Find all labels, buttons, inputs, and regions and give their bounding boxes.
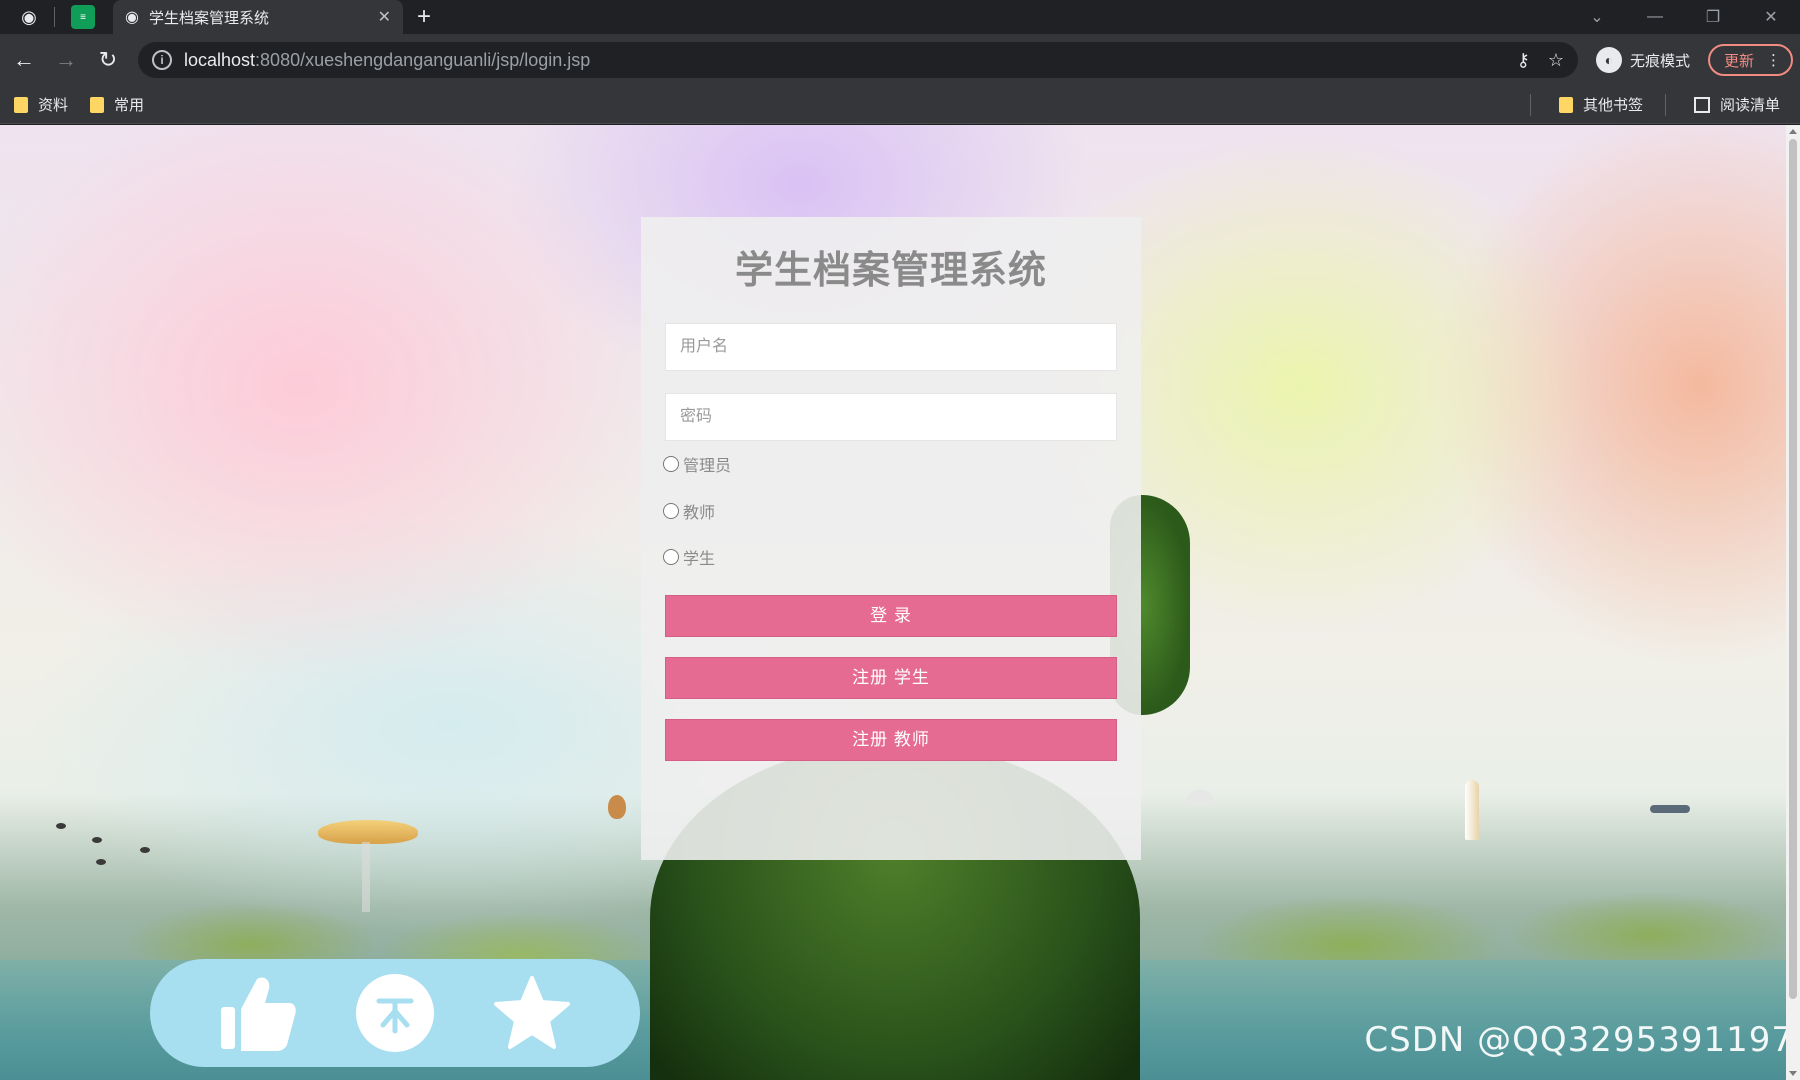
close-tab-icon[interactable]: ✕ [378, 7, 391, 27]
background-mushroom-stem [362, 842, 370, 912]
tab-list-icon[interactable]: ⌄ [1568, 7, 1626, 27]
site-info-icon[interactable]: i [152, 50, 172, 70]
tab-separator [54, 7, 55, 27]
login-title: 学生档案管理系统 [734, 250, 1047, 292]
update-button[interactable]: 更新 ⋮ [1708, 44, 1794, 76]
register-teacher-button[interactable]: 注册 教师 [665, 719, 1117, 761]
background-rocket [1465, 780, 1479, 840]
role-label: 管理员 [683, 458, 732, 475]
login-panel: 学生档案管理系统 管理员 教师 学生 登 录 注册 学生 注册 教师 [641, 217, 1141, 860]
bookmark-label: 常用 [114, 97, 145, 114]
incognito-label: 无痕模式 [1630, 52, 1691, 70]
scrollbar-thumb[interactable] [1789, 139, 1797, 999]
bookmark-label: 资料 [38, 97, 69, 114]
background-parachute [1186, 790, 1214, 804]
page-scrollbar[interactable] [1786, 125, 1800, 1080]
floating-action-bar [150, 959, 640, 1067]
bookmark-folder-ziliao[interactable]: 资料 [14, 94, 68, 115]
menu-dots-icon[interactable]: ⋮ [1766, 51, 1781, 69]
restore-icon[interactable]: ❐ [1684, 7, 1742, 27]
background-bird [96, 859, 106, 865]
role-option-student[interactable]: 学生 [663, 545, 715, 569]
login-button[interactable]: 登 录 [665, 595, 1117, 637]
background-bird [140, 847, 150, 853]
role-option-teacher[interactable]: 教师 [663, 499, 715, 523]
watermark: CSDN @QQ3295391197 [1364, 1020, 1794, 1060]
forward-button[interactable]: → [48, 42, 84, 78]
background-mushroom [318, 820, 418, 844]
reload-button[interactable]: ↻ [90, 42, 126, 78]
other-bookmarks-label: 其他书签 [1582, 97, 1643, 114]
bookmark-star-icon[interactable]: ☆ [1548, 50, 1564, 71]
new-tab-button[interactable]: + [417, 3, 431, 31]
incognito-icon: ◐ [1596, 47, 1622, 73]
star-icon[interactable] [492, 973, 572, 1053]
active-tab[interactable]: ◉ 学生档案管理系统 ✕ [113, 0, 403, 34]
other-bookmarks[interactable]: 其他书签 [1558, 94, 1643, 115]
folder-icon [90, 96, 105, 113]
username-input[interactable] [665, 323, 1117, 371]
pinned-tab-icon[interactable]: ≡ [71, 5, 95, 29]
role-label: 学生 [683, 551, 716, 568]
register-student-button[interactable]: 注册 学生 [665, 657, 1117, 699]
address-bar[interactable]: i localhost :8080/xueshengdanganguanli/j… [138, 42, 1578, 78]
folder-icon [1558, 96, 1573, 113]
url-host: localhost [184, 49, 256, 70]
minimize-icon[interactable]: — [1626, 8, 1684, 26]
radio-button[interactable] [663, 503, 679, 519]
tab-search-icon[interactable]: ◉ [14, 2, 44, 32]
background-bird [92, 837, 102, 843]
thumbs-up-icon[interactable] [218, 973, 298, 1053]
incognito-indicator[interactable]: ◐ 无痕模式 [1596, 47, 1690, 73]
back-button[interactable]: ← [6, 42, 42, 78]
radio-button[interactable] [663, 549, 679, 565]
folder-icon [14, 96, 28, 113]
coin-icon[interactable] [355, 973, 435, 1053]
role-label: 教师 [683, 505, 716, 522]
browser-tab-bar: ◉ ≡ ◉ 学生档案管理系统 ✕ + ⌄ — ❐ ✕ [0, 0, 1800, 34]
reading-list-label: 阅读清单 [1719, 97, 1780, 114]
close-window-icon[interactable]: ✕ [1742, 7, 1800, 27]
tab-title: 学生档案管理系统 [148, 9, 269, 27]
password-input[interactable] [665, 393, 1117, 441]
url-path: :8080/xueshengdanganguanli/jsp/login.jsp [255, 49, 591, 70]
browser-toolbar: ← → ↻ i localhost :8080/xueshengdangangu… [0, 34, 1800, 86]
bookmark-folder-changyong[interactable]: 常用 [90, 94, 144, 115]
background-plane [1650, 805, 1690, 813]
bookmark-divider [1664, 93, 1666, 116]
background-balloon [608, 795, 626, 819]
background-bird [56, 823, 66, 829]
page-viewport: 学生档案管理系统 管理员 教师 学生 登 录 注册 学生 注册 教师 [0, 125, 1800, 1080]
scroll-up-icon[interactable] [1789, 129, 1797, 134]
reading-list[interactable]: 阅读清单 [1693, 94, 1780, 115]
radio-button[interactable] [663, 456, 679, 472]
bookmark-divider [1529, 93, 1531, 116]
globe-icon: ◉ [125, 9, 139, 26]
scroll-down-icon[interactable] [1789, 1071, 1797, 1076]
window-controls: ⌄ — ❐ ✕ [1568, 0, 1800, 34]
password-key-icon[interactable]: ⚷ [1517, 50, 1530, 71]
update-label: 更新 [1724, 52, 1755, 70]
bookmarks-bar: 资料 常用 其他书签 阅读清单 [0, 86, 1800, 124]
reading-list-icon [1693, 96, 1710, 113]
role-option-admin[interactable]: 管理员 [663, 452, 731, 476]
